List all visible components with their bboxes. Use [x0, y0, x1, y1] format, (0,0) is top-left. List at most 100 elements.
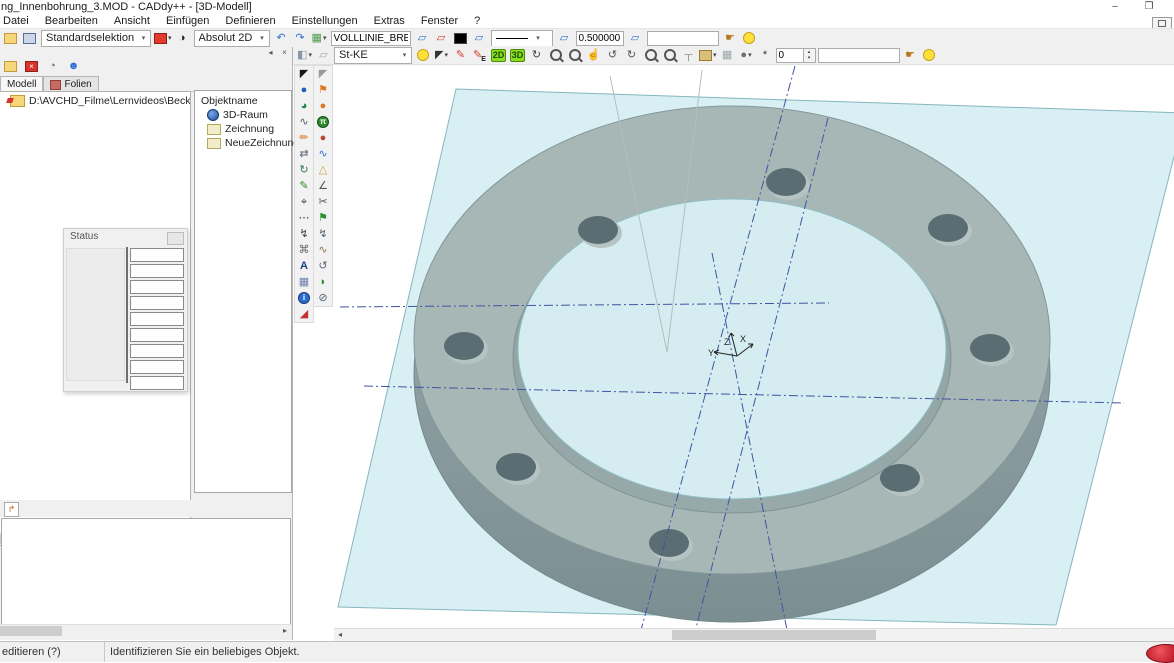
- tab-folien[interactable]: Folien: [43, 76, 98, 91]
- view-bulb-icon[interactable]: [921, 48, 938, 63]
- reference-point-icon[interactable]: ◑: [174, 31, 191, 46]
- triangle-tool-icon[interactable]: △: [315, 162, 332, 178]
- work-plane-icon[interactable]: ▱: [315, 48, 332, 63]
- collapse-panel-icon[interactable]: ◂: [265, 48, 276, 58]
- layer-extra-icon[interactable]: ▱: [627, 31, 644, 46]
- menu-item[interactable]: Definieren: [217, 15, 283, 28]
- polyline-icon[interactable]: ∿: [296, 114, 313, 130]
- mode-2d-icon[interactable]: 2D: [490, 48, 507, 63]
- orbit-view-icon[interactable]: ◕: [296, 98, 313, 114]
- linetype-field[interactable]: [331, 31, 411, 46]
- numbered-polyline-icon[interactable]: ↯: [315, 226, 332, 242]
- menu-item[interactable]: Einfügen: [158, 15, 217, 28]
- selection-filter-icon[interactable]: ▾: [154, 31, 172, 46]
- rotate-tool-icon[interactable]: ↻: [296, 162, 313, 178]
- pick-apply-view-icon[interactable]: ☛: [902, 48, 919, 63]
- edit-pen-icon[interactable]: ✎E: [471, 48, 488, 63]
- pick-apply-icon[interactable]: ☛: [722, 31, 739, 46]
- status-window-button[interactable]: [167, 232, 184, 245]
- status-field[interactable]: [130, 312, 184, 326]
- solid-sphere-icon[interactable]: ●: [296, 82, 313, 98]
- highlight-bulb-icon[interactable]: [741, 31, 758, 46]
- layer-style-icon[interactable]: ▱: [414, 31, 431, 46]
- status-field[interactable]: [130, 264, 184, 278]
- undo-icon[interactable]: ↶: [273, 31, 290, 46]
- zoom-extents-icon[interactable]: [547, 48, 564, 63]
- select-mode-icon[interactable]: ◤▾: [433, 48, 450, 63]
- status-window[interactable]: Status: [63, 228, 188, 392]
- eraser-icon[interactable]: ◢: [296, 306, 313, 322]
- curve-blue-icon[interactable]: ∿: [315, 146, 332, 162]
- status-field[interactable]: [130, 360, 184, 374]
- coordinate-mode-combo[interactable]: Absolut 2D ▾: [194, 30, 270, 47]
- door-icon[interactable]: ↱: [4, 502, 19, 517]
- layer-color-icon[interactable]: ▱: [433, 31, 450, 46]
- object-item[interactable]: Zeichnung: [195, 121, 291, 135]
- tree-root-item[interactable]: D:\AVCHD_Filme\Lernvideos\BeckerCAD 3D P…: [0, 92, 190, 107]
- toolbar-extra-field[interactable]: [647, 31, 719, 46]
- restore-button[interactable]: ❐: [1136, 0, 1162, 13]
- menu-item[interactable]: Extras: [366, 15, 413, 28]
- pen-green-icon[interactable]: ✎: [296, 178, 313, 194]
- status-field[interactable]: [130, 296, 184, 310]
- sphere-pi-icon[interactable]: π: [315, 114, 332, 130]
- trim-scissors-icon[interactable]: ✂: [315, 194, 332, 210]
- zoom-window-icon[interactable]: [566, 48, 583, 63]
- menu-item[interactable]: Datei: [0, 15, 37, 28]
- stepper-input[interactable]: [776, 48, 804, 63]
- linewidth-field[interactable]: [576, 31, 624, 46]
- new-folder-icon[interactable]: [2, 58, 19, 74]
- zigzag-path-icon[interactable]: ↯: [296, 226, 313, 242]
- select-arrow-alt-icon[interactable]: ◤: [315, 66, 332, 82]
- status-field[interactable]: [130, 280, 184, 294]
- dotted-path-icon[interactable]: ⋯: [296, 210, 313, 226]
- view-rotate-left-icon[interactable]: ↺: [604, 48, 621, 63]
- status-field[interactable]: [130, 248, 184, 262]
- snap-target-icon[interactable]: ⌖: [296, 194, 313, 210]
- star-icon[interactable]: *: [757, 48, 774, 63]
- workplane-combo[interactable]: St-KE ▾: [334, 47, 412, 64]
- delete-item-icon[interactable]: ×: [23, 58, 40, 74]
- viewport-hscrollbar[interactable]: ◂: [334, 628, 1174, 641]
- hatch-tool-icon[interactable]: ▦: [296, 274, 313, 290]
- pan-hand-icon[interactable]: ☝: [585, 48, 602, 63]
- status-field[interactable]: [130, 344, 184, 358]
- status-field[interactable]: [130, 376, 184, 390]
- divide-tool-icon[interactable]: ⊘: [315, 290, 332, 306]
- select-arrow-icon[interactable]: ◤: [296, 66, 313, 82]
- section-tool-icon[interactable]: ┬: [680, 48, 697, 63]
- ring-solid[interactable]: [414, 106, 1050, 622]
- panel-hscrollbar[interactable]: ▸: [0, 624, 291, 637]
- object-item[interactable]: 3D-Raum: [195, 107, 291, 121]
- close-panel-icon[interactable]: ×: [279, 48, 290, 58]
- point-orange-icon[interactable]: ●: [315, 98, 332, 114]
- flag-green-icon[interactable]: ⚑: [315, 210, 332, 226]
- info-icon[interactable]: i: [296, 290, 313, 306]
- render-cube-icon[interactable]: ▾: [699, 48, 717, 63]
- pen-color-swatch-icon[interactable]: [452, 31, 469, 46]
- solid-segment-icon[interactable]: ◗: [315, 274, 332, 290]
- linestyle-combo[interactable]: ▾: [491, 30, 553, 47]
- menu-item[interactable]: Fenster: [413, 15, 466, 28]
- scroll-left-icon[interactable]: ◂: [334, 629, 346, 641]
- loop-curve-icon[interactable]: ↺: [315, 258, 332, 274]
- plane-bulb-icon[interactable]: [414, 48, 431, 63]
- route-flags-icon[interactable]: ⚑: [315, 82, 332, 98]
- view-extra-field[interactable]: [818, 48, 900, 63]
- orbit-rotate-icon[interactable]: ↻: [528, 48, 545, 63]
- history-clock-icon[interactable]: ◔: [44, 58, 61, 74]
- save-icon[interactable]: [21, 31, 38, 46]
- minimize-button[interactable]: –: [1102, 0, 1128, 13]
- mode-3d-icon[interactable]: 3D: [509, 48, 526, 63]
- menu-item[interactable]: Bearbeiten: [37, 15, 106, 28]
- sketch-pen-icon[interactable]: ✎: [452, 48, 469, 63]
- panel-hscroll-thumb[interactable]: [0, 626, 62, 636]
- angle-stepper[interactable]: ▴ ▾: [776, 48, 816, 63]
- move-tool-icon[interactable]: ⇄: [296, 146, 313, 162]
- spline-curve-icon[interactable]: ∿: [315, 242, 332, 258]
- text-tool-icon[interactable]: A: [296, 258, 313, 274]
- scroll-right-icon[interactable]: ▸: [279, 625, 291, 637]
- tab-modell[interactable]: Modell: [0, 76, 43, 91]
- measure-pencil-icon[interactable]: ✏: [296, 130, 313, 146]
- layer-linetype-icon[interactable]: ▱: [471, 31, 488, 46]
